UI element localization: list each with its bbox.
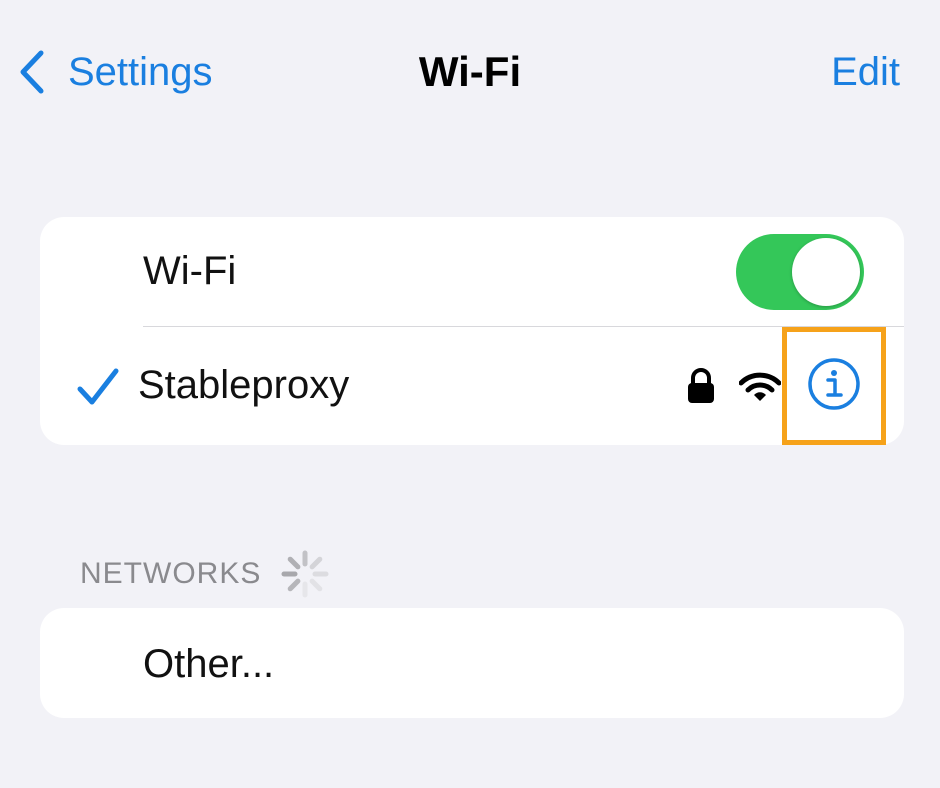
page-title: Wi-Fi — [418, 48, 522, 95]
networks-section-header: NETWORKS — [80, 548, 331, 600]
wifi-toggle-row: Wi-Fi — [40, 217, 904, 327]
edit-button[interactable]: Edit — [831, 46, 900, 98]
checkmark-icon — [76, 367, 120, 407]
info-icon — [806, 356, 862, 417]
networks-header-label: NETWORKS — [80, 557, 262, 590]
wifi-toggle-label: Wi-Fi — [143, 249, 237, 293]
toggle-knob — [792, 238, 860, 306]
wifi-group: Wi-Fi Stableproxy — [40, 217, 904, 445]
spinner-icon — [279, 548, 331, 600]
network-item-label: Other... — [143, 642, 275, 686]
connected-network-name: Stableproxy — [138, 363, 350, 407]
lock-icon — [686, 368, 716, 404]
wifi-toggle[interactable] — [736, 234, 864, 310]
network-item-other[interactable]: Other... — [40, 608, 904, 718]
wifi-signal-icon — [738, 372, 782, 404]
network-info-button[interactable] — [782, 327, 886, 445]
navigation-bar: Settings Wi-Fi Edit — [0, 0, 940, 150]
networks-group: Other... — [40, 608, 904, 718]
